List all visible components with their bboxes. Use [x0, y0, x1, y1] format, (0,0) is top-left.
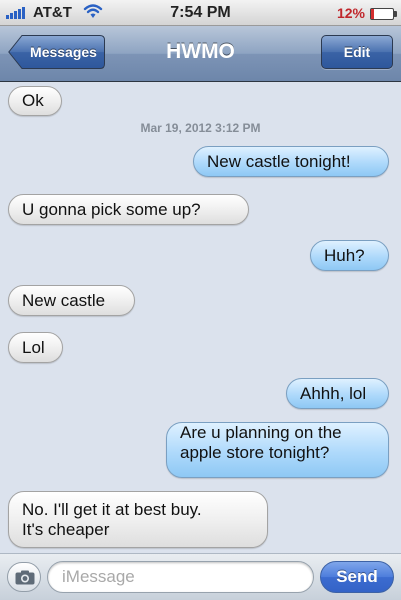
- navigation-bar: Messages HWMO Edit: [0, 26, 401, 82]
- camera-icon: [15, 570, 35, 585]
- sent-message[interactable]: Are u planning on the apple store tonigh…: [166, 422, 389, 478]
- sent-message[interactable]: New castle tonight!: [193, 146, 389, 177]
- send-button[interactable]: Send: [320, 561, 394, 593]
- message-timestamp: Mar 19, 2012 3:12 PM: [140, 121, 261, 135]
- sent-message[interactable]: Huh?: [310, 240, 389, 271]
- received-message[interactable]: U gonna pick some up?: [8, 194, 249, 225]
- sent-message[interactable]: Ahhh, lol: [286, 378, 389, 409]
- edit-button[interactable]: Edit: [321, 35, 393, 69]
- received-message[interactable]: No. I'll get it at best buy. It's cheape…: [8, 491, 268, 548]
- received-message[interactable]: Lol: [8, 332, 63, 363]
- message-line: Are u planning on the: [180, 423, 342, 442]
- camera-button[interactable]: [7, 562, 41, 592]
- message-line: apple store tonight?: [180, 443, 330, 462]
- message-input[interactable]: [47, 561, 314, 593]
- battery-level: [371, 9, 374, 19]
- message-list[interactable]: Ok Mar 19, 2012 3:12 PM New castle tonig…: [0, 82, 401, 553]
- received-message[interactable]: New castle: [8, 285, 135, 316]
- message-line: No. I'll get it at best buy.: [22, 499, 202, 519]
- message-line: It's cheaper: [22, 519, 110, 539]
- received-message[interactable]: Ok: [8, 86, 62, 116]
- battery-icon: [370, 8, 397, 20]
- battery-percent: 12%: [336, 5, 365, 21]
- status-bar: AT&T 7:54 PM 12%: [0, 0, 401, 26]
- compose-bar: Send: [0, 553, 401, 600]
